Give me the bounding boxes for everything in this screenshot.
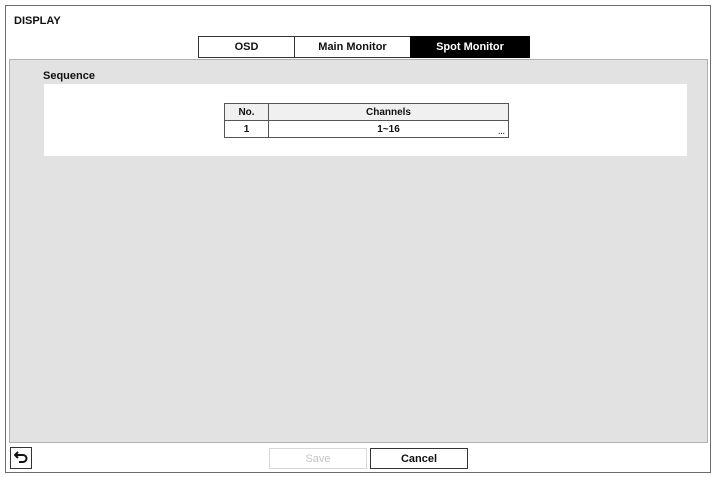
ellipsis-icon[interactable]: …	[498, 129, 505, 136]
channels-cell[interactable]: 1~16 …	[268, 120, 509, 138]
tab-bar: OSD Main Monitor Spot Monitor	[198, 36, 530, 58]
tab-osd[interactable]: OSD	[198, 36, 294, 58]
row-number-cell: 1	[224, 120, 269, 138]
sequence-table: No. Channels 1 1~16 …	[224, 103, 509, 138]
table-header-row: No. Channels	[224, 103, 509, 121]
sequence-label: Sequence	[43, 70, 95, 82]
table-row: 1 1~16 …	[224, 120, 509, 138]
cancel-button[interactable]: Cancel	[370, 448, 468, 469]
dialog-title: DISPLAY	[14, 15, 61, 27]
channels-value: 1~16	[377, 123, 400, 135]
tab-main-monitor[interactable]: Main Monitor	[294, 36, 410, 58]
tab-spot-monitor[interactable]: Spot Monitor	[410, 36, 530, 58]
column-header-channels: Channels	[268, 103, 509, 121]
column-header-no: No.	[224, 103, 269, 121]
undo-arrow-icon	[14, 451, 28, 463]
save-button[interactable]: Save	[269, 448, 367, 469]
back-button[interactable]	[10, 447, 32, 469]
